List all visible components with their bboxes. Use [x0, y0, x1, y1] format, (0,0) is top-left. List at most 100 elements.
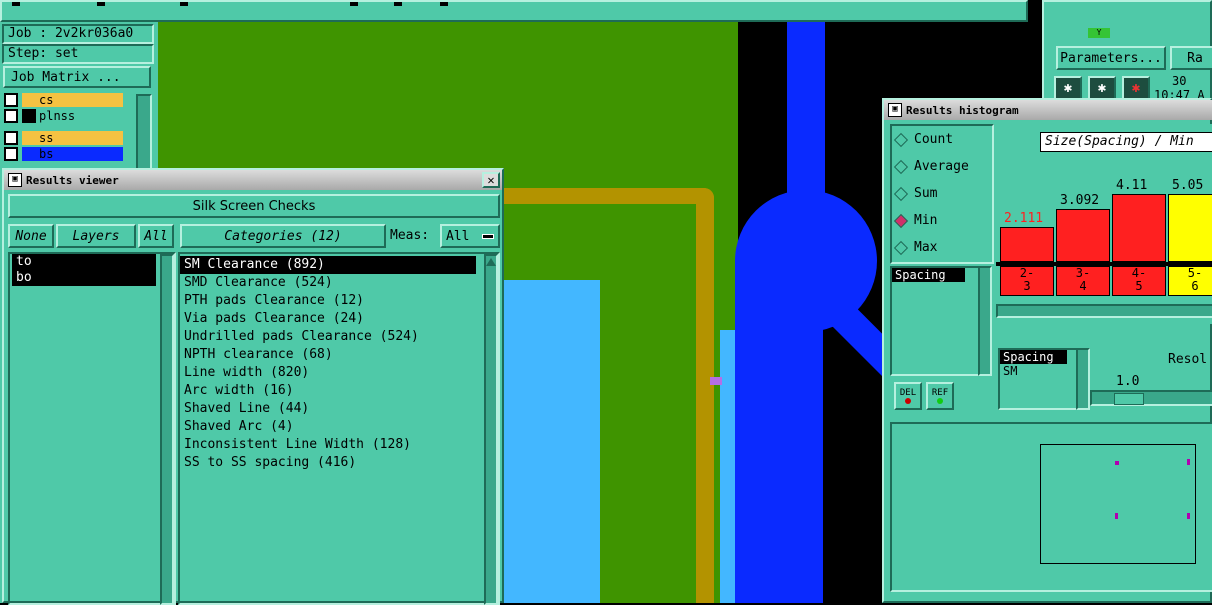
radio-selected-icon[interactable] [893, 213, 909, 228]
histogram-h-scrollbar[interactable] [996, 304, 1212, 318]
layer-row[interactable]: bs [4, 146, 124, 162]
window-menu-icon[interactable]: ▣ [888, 103, 902, 117]
histogram-bar[interactable] [1056, 209, 1110, 262]
spacing-list-item[interactable]: Spacing [892, 268, 965, 282]
resolution-value: 1.0 [1116, 374, 1140, 389]
category-item[interactable]: PTH pads Clearance (12) [180, 292, 476, 310]
category-item[interactable]: Undrilled pads Clearance (524) [180, 328, 476, 346]
meas-label: Meas: [390, 228, 430, 243]
layers-button[interactable]: Layers [56, 224, 136, 248]
histogram-bar[interactable] [1000, 227, 1054, 262]
resolution-slider[interactable] [1090, 390, 1212, 406]
category-item[interactable]: Via pads Clearance (24) [180, 310, 476, 328]
silk-screen-checks-header[interactable]: Silk Screen Checks [8, 194, 500, 218]
spacing-list-2-item[interactable]: Spacing [1000, 350, 1067, 364]
category-item[interactable]: Shaved Line (44) [180, 400, 476, 418]
category-item[interactable]: Line width (820) [180, 364, 476, 382]
spacing-list-scrollbar[interactable] [978, 266, 992, 376]
top-right-panel: Y Parameters... Ra ✱ ✱ ✱ 30 10:47 A [1042, 0, 1212, 102]
pcb-blue-trace-bottom [735, 260, 823, 603]
resolution-slider-handle[interactable] [1114, 393, 1144, 405]
stat-option-label: Max [914, 240, 938, 255]
results-viewer-title: Results viewer [26, 173, 119, 187]
results-viewer-titlebar[interactable]: ▣ Results viewer [4, 170, 502, 190]
del-button[interactable]: DEL [894, 382, 922, 410]
category-item[interactable]: Inconsistent Line Width (128) [180, 436, 476, 454]
layer-checkbox-icon[interactable] [4, 109, 18, 123]
layer-checkbox-icon[interactable] [4, 131, 18, 145]
layer-results-scrollbar[interactable] [160, 254, 174, 605]
stat-option-min[interactable]: Min [892, 207, 992, 234]
category-item[interactable]: Arc width (16) [180, 382, 476, 400]
meas-dropdown-value: All [446, 228, 470, 244]
none-button[interactable]: None [8, 224, 54, 248]
scroll-up-icon[interactable] [486, 258, 496, 266]
del-label: DEL [899, 388, 917, 398]
layer-result-item[interactable]: bo [12, 270, 156, 286]
category-item[interactable]: SMD Clearance (524) [180, 274, 476, 292]
histogram-bar-value: 4.11 [1116, 178, 1148, 193]
results-viewer-window: ▣ Results viewer ✕ Silk Screen Checks No… [2, 168, 504, 605]
category-item[interactable]: SM Clearance (892) [180, 256, 476, 274]
category-item[interactable]: Shaved Arc (4) [180, 418, 476, 436]
ref-button[interactable]: REF [926, 382, 954, 410]
spacing-list[interactable]: Spacing [890, 266, 980, 376]
layer-row[interactable]: ss [4, 130, 124, 146]
categories-list[interactable]: SM Clearance (892) SMD Clearance (524) PTH… [178, 252, 500, 605]
del-indicator-icon [905, 398, 911, 404]
histogram-chart[interactable]: Size(Spacing) / Min 2.111 2- 3 3.092 3- 4 4.… [996, 124, 1212, 324]
top-toolbar [0, 0, 1028, 22]
layer-row[interactable]: cs [4, 92, 124, 108]
layer-name: plnss [36, 109, 123, 123]
spacing-list-2-item[interactable]: SM [1000, 364, 1076, 378]
radio-icon[interactable] [893, 159, 909, 174]
preview-mark [1115, 461, 1119, 465]
meas-dropdown[interactable]: All [440, 224, 500, 248]
layer-checkbox-icon[interactable] [4, 147, 18, 161]
layer-row[interactable]: plnss [4, 108, 124, 124]
histogram-bin-label[interactable]: 2- 3 [1000, 266, 1054, 296]
categories-scrollbar[interactable] [484, 254, 498, 605]
radio-icon[interactable] [893, 240, 909, 255]
run-icon[interactable]: ✱ [1054, 76, 1082, 100]
stat-option-count[interactable]: Count [892, 126, 992, 153]
close-icon[interactable]: ✕ [482, 172, 500, 188]
stat-option-max[interactable]: Max [892, 234, 992, 261]
clock-day: 30 [1172, 74, 1187, 88]
pcb-violation-marker[interactable] [710, 377, 722, 385]
layer-name: ss [36, 131, 123, 145]
layer-results-list[interactable]: to bo [8, 252, 176, 605]
histogram-titlebar[interactable]: ▣ Results histogram [884, 100, 1212, 120]
radio-icon[interactable] [893, 132, 909, 147]
parameters-button[interactable]: Parameters... [1056, 46, 1166, 70]
step-name: Step: set [2, 44, 154, 64]
layer-result-item[interactable]: to [12, 254, 156, 270]
job-matrix-button[interactable]: Job Matrix ... [3, 66, 151, 88]
radio-icon[interactable] [893, 186, 909, 201]
stat-option-average[interactable]: Average [892, 153, 992, 180]
run-all-icon[interactable]: ✱ [1088, 76, 1116, 100]
category-item[interactable]: SS to SS spacing (416) [180, 454, 476, 472]
spacing-list-2[interactable]: Spacing SM [998, 348, 1078, 410]
spacing-list-2-scrollbar[interactable] [1076, 348, 1090, 410]
toolbar-tick [12, 2, 20, 6]
layer-checkbox-icon[interactable] [4, 93, 18, 107]
stat-option-sum[interactable]: Sum [892, 180, 992, 207]
ra-button[interactable]: Ra [1170, 46, 1212, 70]
histogram-bars: 2.111 2- 3 3.092 3- 4 4.11 4- 5 5.05 5- 6 [996, 154, 1212, 324]
all-button[interactable]: All [138, 224, 174, 248]
category-item[interactable]: NPTH clearance (68) [180, 346, 476, 364]
histogram-bar[interactable] [1168, 194, 1212, 262]
histogram-bin-label[interactable]: 4- 5 [1112, 266, 1166, 296]
resolution-label: Resol [1168, 352, 1208, 367]
histogram-bin-label[interactable]: 5- 6 [1168, 266, 1212, 296]
histogram-bar[interactable] [1112, 194, 1166, 262]
stop-run-icon[interactable]: ✱ [1122, 76, 1150, 100]
categories-button[interactable]: Categories (12) [180, 224, 386, 248]
window-menu-icon[interactable]: ▣ [8, 173, 22, 187]
stat-option-label: Sum [914, 186, 938, 201]
layer-name: cs [36, 93, 123, 107]
layer-color-swatch [22, 131, 36, 145]
histogram-preview [890, 422, 1212, 592]
histogram-bin-label[interactable]: 3- 4 [1056, 266, 1110, 296]
